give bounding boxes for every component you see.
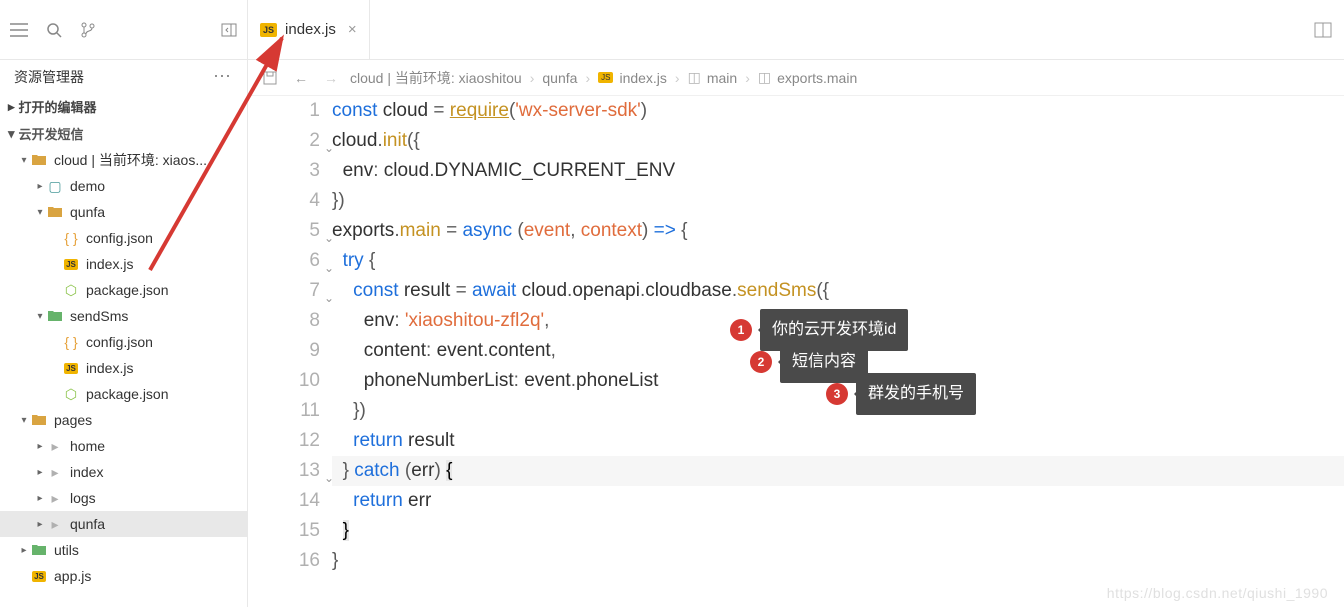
- caret-icon: ▸: [34, 441, 46, 452]
- caret-icon: ▸: [34, 181, 46, 192]
- folder-icon: [30, 414, 48, 426]
- caret-icon: ▸: [34, 519, 46, 530]
- folder-icon: ▸: [46, 516, 64, 533]
- js-icon: JS: [62, 259, 80, 270]
- tree-label: demo: [70, 178, 105, 194]
- sidebar: 资源管理器 ⋯ ▸ 打开的编辑器 ▾ 云开发短信 ▾ cloud | 当前环境: …: [0, 60, 248, 607]
- tree-item[interactable]: ▸▸ logs: [0, 485, 247, 511]
- chevron-down-icon: ▾: [8, 126, 15, 142]
- tree-label: config.json: [86, 230, 153, 246]
- tree-label: app.js: [54, 568, 91, 584]
- tree-label: cloud | 当前环境: xiaos...: [54, 150, 207, 170]
- json-icon: { }: [62, 230, 80, 246]
- caret-icon: ▾: [34, 311, 46, 322]
- tree-label: logs: [70, 490, 96, 506]
- crumb[interactable]: JSindex.js: [598, 70, 667, 86]
- file-tree: ▾cloud | 当前环境: xiaos...▸▢demo▾qunfa{ }co…: [0, 147, 247, 589]
- tree-item[interactable]: ▸▸ home: [0, 433, 247, 459]
- cube-icon: ◫: [688, 69, 701, 86]
- more-icon[interactable]: ⋯: [213, 66, 233, 87]
- tree-item[interactable]: ▾ sendSms: [0, 303, 247, 329]
- chevron-right-icon: ▸: [8, 99, 15, 115]
- folder-icon: [46, 310, 64, 322]
- code-area[interactable]: 1 2⌄ 3 4 5⌄ 6⌄ 7⌄ 8 9 10 11 12 13⌄ 14 15…: [248, 96, 1344, 607]
- gutter: 1 2⌄ 3 4 5⌄ 6⌄ 7⌄ 8 9 10 11 12 13⌄ 14 15…: [248, 96, 332, 607]
- menu-icon[interactable]: [10, 23, 28, 37]
- js-icon: JS: [62, 363, 80, 374]
- tab-row: JS index.js ×: [248, 0, 1344, 59]
- folder-icon: [46, 206, 64, 218]
- tree-label: index: [70, 464, 103, 480]
- js-icon: JS: [30, 571, 48, 582]
- sidebar-title: 资源管理器: [14, 67, 213, 87]
- close-icon[interactable]: ×: [348, 21, 357, 38]
- tree-item[interactable]: { } config.json: [0, 225, 247, 251]
- cube-icon: ◫: [758, 69, 771, 86]
- npm-icon: ⬡: [62, 282, 80, 299]
- tree-item[interactable]: JS index.js: [0, 355, 247, 381]
- nav-forward-icon[interactable]: →: [320, 70, 342, 86]
- js-icon: JS: [598, 72, 613, 83]
- json-icon: { }: [62, 334, 80, 350]
- nav-back-icon[interactable]: ←: [290, 70, 312, 86]
- tree-label: package.json: [86, 386, 169, 402]
- tree-label: package.json: [86, 282, 169, 298]
- crumb[interactable]: ◫main: [688, 69, 738, 86]
- section-project[interactable]: ▾ 云开发短信: [0, 120, 247, 147]
- crumb[interactable]: cloud | 当前环境: xiaoshitou: [350, 68, 522, 88]
- js-icon: JS: [260, 23, 277, 37]
- tree-item[interactable]: JS app.js: [0, 563, 247, 589]
- tree-label: utils: [54, 542, 79, 558]
- crumb[interactable]: ◫exports.main: [758, 69, 857, 86]
- branch-icon[interactable]: [80, 22, 96, 38]
- tree-label: index.js: [86, 256, 133, 272]
- tree-item[interactable]: ▸▸ qunfa: [0, 511, 247, 537]
- section-opened-editors[interactable]: ▸ 打开的编辑器: [0, 93, 247, 120]
- caret-icon: ▸: [18, 545, 30, 556]
- tree-item[interactable]: ▸▢ demo: [0, 173, 247, 199]
- save-icon[interactable]: [258, 70, 282, 86]
- tree-label: config.json: [86, 334, 153, 350]
- caret-icon: ▸: [34, 493, 46, 504]
- code-lines: const cloud = require('wx-server-sdk') c…: [332, 96, 1344, 607]
- tree-label: sendSms: [70, 308, 128, 324]
- caret-icon: ▾: [18, 415, 30, 426]
- tree-item[interactable]: { } config.json: [0, 329, 247, 355]
- tree-item[interactable]: ▸▸ index: [0, 459, 247, 485]
- collapse-icon[interactable]: [221, 22, 237, 38]
- tree-item[interactable]: ⬡ package.json: [0, 381, 247, 407]
- tab-label: index.js: [285, 21, 336, 38]
- tab-index-js[interactable]: JS index.js ×: [248, 0, 370, 59]
- topbar: JS index.js ×: [0, 0, 1344, 60]
- npm-icon: ⬡: [62, 386, 80, 403]
- crumb[interactable]: qunfa: [542, 70, 577, 86]
- folder-icon: ▸: [46, 438, 64, 455]
- tree-label: home: [70, 438, 105, 454]
- folder-icon: [30, 544, 48, 556]
- topbar-left: [0, 0, 248, 59]
- tree-item[interactable]: ▾ pages: [0, 407, 247, 433]
- tree-item[interactable]: ▾ cloud | 当前环境: xiaos...: [0, 147, 247, 173]
- caret-icon: ▸: [34, 467, 46, 478]
- watermark: https://blog.csdn.net/qiushi_1990: [1107, 585, 1328, 601]
- tree-item[interactable]: ▸ utils: [0, 537, 247, 563]
- tree-label: qunfa: [70, 516, 105, 532]
- tree-label: qunfa: [70, 204, 105, 220]
- tree-label: pages: [54, 412, 92, 428]
- editor: ← → cloud | 当前环境: xiaoshitou › qunfa › J…: [248, 60, 1344, 607]
- folder-icon: ▸: [46, 490, 64, 507]
- split-editor-icon[interactable]: [1302, 0, 1344, 59]
- search-icon[interactable]: [46, 22, 62, 38]
- tree-item[interactable]: JS index.js: [0, 251, 247, 277]
- tree-item[interactable]: ▾ qunfa: [0, 199, 247, 225]
- caret-icon: ▾: [34, 207, 46, 218]
- tree-item[interactable]: ⬡ package.json: [0, 277, 247, 303]
- caret-icon: ▾: [18, 155, 30, 166]
- folder-icon: ▸: [46, 464, 64, 481]
- folder-icon: [30, 154, 48, 166]
- folder-icon: ▢: [46, 178, 64, 195]
- breadcrumbs: ← → cloud | 当前环境: xiaoshitou › qunfa › J…: [248, 60, 1344, 96]
- tree-label: index.js: [86, 360, 133, 376]
- sidebar-title-row: 资源管理器 ⋯: [0, 60, 247, 93]
